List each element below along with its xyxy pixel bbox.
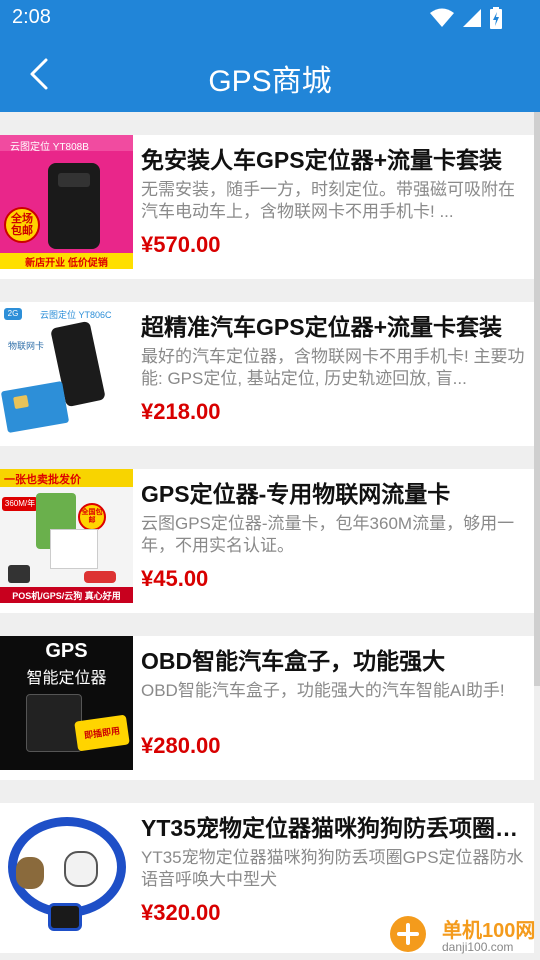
product-name: GPS定位器-专用物联网流量卡 xyxy=(141,481,451,507)
page-title: GPS商城 xyxy=(208,65,332,98)
product-image: 云图定位 YT808B 全场包邮 新店开业 低价促销 xyxy=(0,135,133,269)
product-description: YT35宠物定位器猫咪狗狗防丢项圈GPS定位器防水语音呼唤大中型犬 xyxy=(141,848,524,889)
scrollbar[interactable] xyxy=(534,112,540,686)
product-image xyxy=(0,803,133,935)
product-info: OBD智能汽车盒子，功能强大 OBD智能汽车盒子，功能强大的汽车智能AI助手! … xyxy=(141,646,528,760)
product-price: ¥570.00 xyxy=(141,232,221,257)
product-item[interactable]: 一张也卖批发价 360M/年 全国包邮 POS机/GPS/云狗 真心好用 GPS… xyxy=(0,469,534,613)
product-item[interactable]: 2G 云图定位 YT806C 物联网卡 超精准汽车GPS定位器+流量卡套装 最好… xyxy=(0,302,534,446)
product-name: 超精准汽车GPS定位器+流量卡套装 xyxy=(141,314,503,340)
product-image: 2G 云图定位 YT806C 物联网卡 xyxy=(0,302,133,436)
product-image: 一张也卖批发价 360M/年 全国包邮 POS机/GPS/云狗 真心好用 xyxy=(0,469,133,603)
product-price: ¥280.00 xyxy=(141,733,221,758)
product-item[interactable]: GPS 智能定位器 即插即用 OBD智能汽车盒子，功能强大 OBD智能汽车盒子，… xyxy=(0,636,534,780)
product-name: 免安装人车GPS定位器+流量卡套装 xyxy=(141,147,503,173)
plus-icon xyxy=(397,923,419,945)
product-description: OBD智能汽车盒子，功能强大的汽车智能AI助手! xyxy=(141,681,505,700)
product-info: 超精准汽车GPS定位器+流量卡套装 最好的汽车定位器，含物联网卡不用手机卡! 主… xyxy=(141,312,528,426)
app-bar: GPS商城 xyxy=(0,36,540,112)
status-time: 2:08 xyxy=(12,6,51,28)
product-info: YT35宠物定位器猫咪狗狗防丢项圈GPS定位器防水语音呼唤大中型犬 YT35宠物… xyxy=(141,813,528,927)
battery-charging-icon xyxy=(490,7,502,29)
product-price: ¥218.00 xyxy=(141,399,221,424)
product-price: ¥45.00 xyxy=(141,566,209,591)
status-bar: 2:08 xyxy=(0,0,540,36)
product-description: 云图GPS定位器-流量卡，包年360M流量，够用一年，不用实名认证。 xyxy=(141,514,515,555)
product-description: 无需安装，随手一方，时刻定位。带强磁可吸附在汽车电动车上，含物联网卡不用手机卡!… xyxy=(141,180,515,221)
product-info: GPS定位器-专用物联网流量卡 云图GPS定位器-流量卡，包年360M流量，够用… xyxy=(141,479,528,593)
product-info: 免安装人车GPS定位器+流量卡套装 无需安装，随手一方，时刻定位。带强磁可吸附在… xyxy=(141,145,528,259)
product-description: 最好的汽车定位器，含物联网卡不用手机卡! 主要功能: GPS定位, 基站定位, … xyxy=(141,347,525,388)
wifi-icon xyxy=(430,8,454,27)
watermark-name: 单机100网 xyxy=(442,920,536,942)
watermark-url: danji100.com xyxy=(442,940,514,954)
cellular-signal-icon xyxy=(463,9,481,27)
product-name: OBD智能汽车盒子，功能强大 xyxy=(141,648,446,674)
scrollbar-thumb[interactable] xyxy=(534,112,540,686)
product-name: YT35宠物定位器猫咪狗狗防丢项圈GPS定位器防水语音呼唤大中型犬 xyxy=(141,815,528,841)
watermark-logo: 单机100网 danji100.com xyxy=(384,912,540,960)
status-icons xyxy=(430,7,502,29)
product-image: GPS 智能定位器 即插即用 xyxy=(0,636,133,770)
product-item[interactable]: 云图定位 YT808B 全场包邮 新店开业 低价促销 免安装人车GPS定位器+流… xyxy=(0,135,534,279)
